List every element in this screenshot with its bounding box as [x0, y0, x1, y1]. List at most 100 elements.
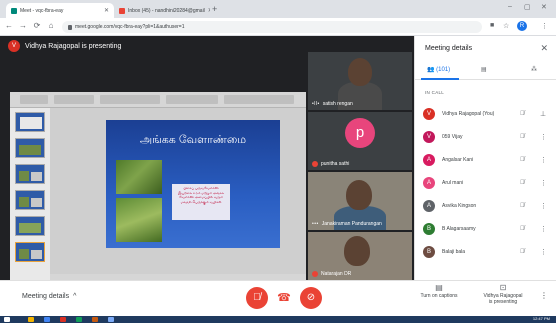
more-options-icon[interactable]: ⋮ — [540, 202, 547, 210]
participant-row[interactable]: V Vidhya Rajagopal (You) 🎙̸ ⊥ — [415, 104, 556, 124]
gmail-favicon-icon — [119, 7, 125, 14]
hang-up-icon: ☎ — [277, 292, 291, 304]
participant-name: Arul mani — [442, 180, 464, 186]
tab-meet[interactable]: Meet - vqc-fbra-eay ✕ — [6, 3, 114, 18]
current-slide: அங்கக வேளாண்மை பிசைப் பருவவேளாண் இயற்கை … — [106, 120, 280, 248]
presenter-avatar: V — [8, 40, 20, 52]
tile-name: satish rengan — [322, 101, 353, 107]
active-tab-indicator — [421, 78, 459, 80]
chevron-up-icon: ^ — [73, 293, 77, 300]
more-options-icon[interactable]: ⋮ — [540, 248, 547, 256]
pin-icon[interactable]: ⊥ — [540, 110, 546, 118]
tab-inbox[interactable]: Inbox (45) - nandhini20284@gmail ✕ — [114, 3, 210, 18]
participant-name: B Alagarsaamy — [442, 226, 476, 232]
participant-row[interactable]: B B Alagarsaamy 🎙̸ ⋮ — [415, 219, 556, 239]
avatar: A — [423, 200, 435, 212]
ppt-ribbon — [10, 92, 306, 108]
mic-off-icon[interactable]: 🎙̸ — [520, 226, 525, 232]
more-dots-icon: ••• — [312, 221, 319, 227]
participant-name: Vidhya Rajagopal (You) — [442, 111, 495, 117]
camera-icon[interactable]: ■ — [490, 22, 494, 29]
more-options-icon[interactable]: ⋮ — [540, 292, 548, 300]
slide-text-box: பிசைப் பருவவேளாண் இயற்கை உரம் மற்றும் அங… — [172, 184, 230, 220]
in-call-heading: IN CALL — [425, 90, 445, 95]
participant-row[interactable]: A Asvika Kingson 🎙̸ ⋮ — [415, 196, 556, 216]
tile-label: ••• Janakiraman Pandurangan — [312, 221, 382, 227]
captions-button[interactable]: ▤ Turn on captions — [418, 284, 460, 300]
mic-off-icon[interactable]: 🎙̸ — [520, 203, 525, 209]
url-field[interactable]: meet.google.com/vqc-fbra-eay?pli=1&authu… — [62, 21, 482, 33]
close-icon[interactable]: ✕ — [540, 43, 548, 54]
tile-label: punitha sathi — [312, 161, 349, 167]
participant-tile[interactable]: ••• Janakiraman Pandurangan — [308, 172, 412, 230]
mic-toggle-button[interactable]: 🎙̸ — [246, 287, 268, 309]
avatar: V — [423, 131, 435, 143]
new-tab-icon[interactable]: + — [212, 4, 217, 14]
forward-icon[interactable]: → — [18, 21, 28, 30]
mic-off-icon[interactable]: 🎙̸ — [520, 249, 525, 255]
mic-off-icon[interactable]: 🎙̸ — [520, 157, 525, 163]
folder-icon[interactable] — [28, 317, 34, 322]
mic-off-icon[interactable]: 🎙̸ — [520, 111, 525, 117]
close-window-icon[interactable]: ✕ — [541, 3, 547, 11]
meeting-details-button[interactable]: Meeting details ^ — [22, 293, 76, 300]
mic-off-icon[interactable]: 🎙̸ — [520, 180, 525, 186]
audio-level-icon: •ll• — [312, 101, 320, 107]
tile-name: Natarajan DR — [321, 271, 352, 277]
app-icon[interactable] — [60, 317, 66, 322]
participant-row[interactable]: B Balaji bala 🎙̸ ⋮ — [415, 242, 556, 262]
captions-label: Turn on captions — [420, 293, 458, 299]
maximize-icon[interactable]: ▢ — [524, 3, 531, 11]
slide-thumbnail — [15, 164, 45, 184]
mic-off-icon[interactable]: 🎙̸ — [520, 134, 525, 140]
meet-control-bar: Meeting details ^ 🎙̸ ☎ ⊘ ▤ Turn on capti… — [0, 280, 556, 316]
participant-name: Balaji bala — [442, 249, 466, 255]
crop-photo — [116, 160, 162, 194]
participant-row[interactable]: A Arul mani 🎙̸ ⋮ — [415, 173, 556, 193]
slide-thumbnail — [15, 216, 45, 236]
minimize-icon[interactable]: – — [508, 3, 512, 10]
avatar: A — [423, 177, 435, 189]
close-tab-icon[interactable]: ✕ — [208, 7, 210, 14]
participant-video — [344, 236, 370, 266]
reload-icon[interactable]: ⟳ — [32, 21, 42, 30]
tab-label: Inbox (45) - nandhini20284@gmail — [128, 7, 205, 14]
back-icon[interactable]: ← — [4, 21, 14, 30]
app-icon[interactable] — [108, 317, 114, 322]
more-options-icon[interactable]: ⋮ — [540, 133, 547, 141]
ribbon-group — [20, 95, 48, 104]
participant-tile[interactable]: p punitha sathi — [308, 112, 412, 170]
profile-avatar[interactable]: R — [517, 21, 527, 31]
chrome-icon[interactable] — [44, 317, 50, 322]
leave-call-button[interactable]: ☎ — [273, 287, 295, 309]
start-icon[interactable] — [4, 317, 10, 322]
tab-activities[interactable]: ⁂ — [531, 66, 537, 73]
participant-video — [348, 58, 372, 86]
more-options-icon[interactable]: ⋮ — [540, 225, 547, 233]
participant-row[interactable]: V 059 Vijay 🎙̸ ⋮ — [415, 127, 556, 147]
presenting-button[interactable]: ⊡ Vidhya Rajagopal is presenting — [476, 284, 530, 306]
participant-tile[interactable]: Natarajan DR — [308, 232, 412, 280]
tile-name: Janakiraman Pandurangan — [321, 221, 382, 227]
powerpoint-icon[interactable] — [92, 317, 98, 322]
ribbon-group — [166, 95, 218, 104]
participant-row[interactable]: A Angalsar Kani 🎙̸ ⋮ — [415, 150, 556, 170]
home-icon[interactable]: ⌂ — [46, 21, 56, 30]
app-icon[interactable] — [76, 317, 82, 322]
mic-off-icon: 🎙̸ — [253, 292, 261, 303]
people-icon: 👥 — [427, 67, 435, 73]
presenting-banner: V Vidhya Rajagopal is presenting — [8, 38, 121, 54]
tab-people[interactable]: 👥 (101) — [427, 66, 450, 73]
menu-icon[interactable]: ⋮ — [541, 22, 548, 30]
avatar: B — [423, 246, 435, 258]
camera-toggle-button[interactable]: ⊘ — [300, 287, 322, 309]
slide-thumbnail-selected — [15, 242, 45, 262]
ribbon-group — [100, 95, 160, 104]
more-options-icon[interactable]: ⋮ — [540, 156, 547, 164]
star-icon[interactable]: ☆ — [503, 22, 509, 30]
tab-chat[interactable]: ▤ — [481, 66, 487, 73]
more-options-icon[interactable]: ⋮ — [540, 179, 547, 187]
mic-off-icon — [312, 161, 318, 167]
close-tab-icon[interactable]: ✕ — [104, 7, 109, 14]
participant-tile[interactable]: •ll• satish rengan — [308, 52, 412, 110]
